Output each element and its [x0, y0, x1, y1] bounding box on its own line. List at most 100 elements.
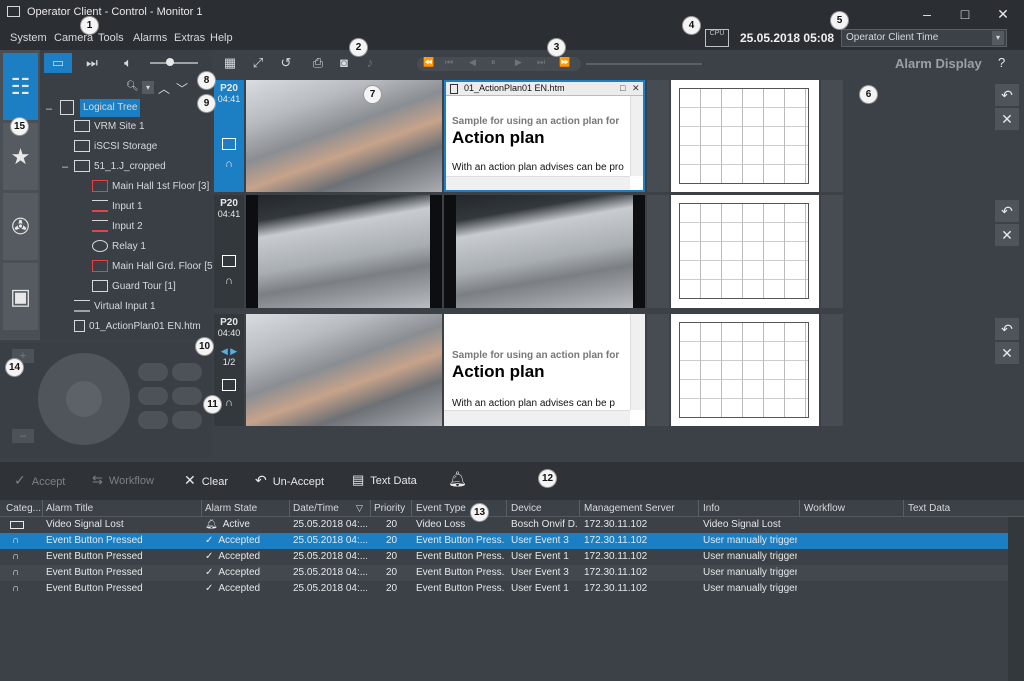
snapshot-icon[interactable]: ◙ — [334, 53, 354, 73]
tree-item-vrm-site[interactable]: VRM Site 1 — [74, 118, 145, 136]
tab-logical-tree[interactable]: ☷ — [3, 53, 38, 120]
search-next-icon[interactable]: ﹀ — [176, 80, 188, 97]
zoom-out-icon[interactable]: – — [12, 429, 34, 443]
tab-ptz[interactable]: ✇ — [3, 193, 38, 260]
tab-monitors[interactable]: ▣ — [3, 263, 38, 330]
column-workflow[interactable]: Workflow — [804, 503, 845, 514]
search-prev-icon[interactable]: ︿ — [158, 80, 170, 97]
column-text-data[interactable]: Text Data — [908, 503, 950, 514]
workflow-button[interactable]: ⇆ Workflow — [92, 472, 154, 488]
headset-icon[interactable]: ∩ — [214, 158, 244, 170]
tree-item-action-plan[interactable]: 01_ActionPlan01 EN.htm — [74, 318, 201, 336]
empty-pane[interactable] — [821, 80, 843, 192]
image-icon[interactable] — [222, 138, 236, 150]
doc-vertical-scrollbar[interactable] — [630, 96, 643, 176]
alarm-row-header[interactable]: P20 04:41 ∩ — [214, 80, 244, 192]
camera-image-pane[interactable] — [246, 195, 442, 308]
table-row[interactable]: ∩ Event Button Pressed ✓ Accepted 25.05.2… — [0, 549, 1008, 565]
clear-button[interactable]: ✕ Clear — [184, 472, 228, 489]
iris-button[interactable] — [138, 363, 168, 381]
aux-on-button[interactable] — [138, 411, 168, 429]
timezone-select[interactable]: Operator Client Time ▾ — [841, 29, 1007, 47]
column-event-type[interactable]: Event Type — [416, 503, 466, 514]
tree-item-iscsi[interactable]: iSCSI Storage — [74, 138, 157, 156]
empty-pane[interactable] — [821, 314, 843, 426]
column-divider[interactable] — [799, 500, 800, 517]
help-button[interactable]: ? — [998, 55, 1005, 70]
live-mode-button[interactable]: ▭ — [44, 53, 72, 73]
bell-icon[interactable]: 🔔︎ — [448, 470, 467, 488]
column-management-server[interactable]: Management Server — [584, 503, 675, 514]
maximize-button[interactable]: □ — [950, 4, 980, 24]
instant-playback-icon[interactable]: ↺ — [276, 53, 296, 73]
ptz-center-button[interactable] — [66, 381, 102, 417]
maximize-icon[interactable]: □ — [620, 83, 625, 93]
rewind-icon[interactable]: ⏪ — [423, 57, 434, 68]
column-divider[interactable] — [42, 500, 43, 517]
camera-image-pane[interactable] — [246, 314, 442, 426]
tree-collapse-icon[interactable]: – — [62, 161, 68, 173]
doc-horizontal-scrollbar[interactable] — [444, 410, 630, 426]
column-alarm-title[interactable]: Alarm Title — [46, 503, 93, 514]
microphone-icon[interactable]: ♪ — [362, 53, 378, 73]
accept-button[interactable]: ✓ Accept — [14, 472, 65, 489]
minimize-button[interactable]: – — [912, 4, 942, 24]
column-divider[interactable] — [698, 500, 699, 517]
layout-icon[interactable]: ▦ — [220, 53, 240, 73]
column-divider[interactable] — [903, 500, 904, 517]
action-plan-pane[interactable]: Sample for using an action plan for Acti… — [444, 314, 645, 426]
column-divider[interactable] — [411, 500, 412, 517]
play-back-icon[interactable]: ◀ — [469, 57, 476, 68]
close-alarm-icon[interactable]: ✕ — [995, 224, 1019, 246]
volume-slider[interactable] — [150, 62, 198, 64]
page-navigation[interactable]: ◀ ▶ — [214, 346, 244, 357]
column-category[interactable]: Categ... — [6, 503, 41, 514]
column-alarm-state[interactable]: Alarm State — [205, 503, 257, 514]
table-row[interactable]: Video Signal Lost 🔔︎ Active 25.05.2018 04… — [0, 517, 1008, 533]
tree-item-camera-main-hall-1[interactable]: Main Hall 1st Floor [3] — [92, 178, 209, 196]
menu-help[interactable]: Help — [210, 32, 233, 44]
sort-filter-icon[interactable]: ▽ — [356, 503, 363, 514]
column-divider[interactable] — [201, 500, 202, 517]
tree-collapse-icon[interactable]: – — [46, 103, 52, 115]
column-divider[interactable] — [289, 500, 290, 517]
undo-icon[interactable]: ↶ — [995, 200, 1019, 222]
column-priority[interactable]: Priority — [374, 503, 405, 514]
image-icon[interactable] — [222, 255, 236, 267]
play-icon[interactable]: ▶ — [515, 57, 522, 68]
column-info[interactable]: Info — [703, 503, 720, 514]
tree-item-map[interactable]: 51_1.J_cropped — [74, 158, 166, 176]
map-pane[interactable] — [671, 314, 819, 426]
menu-extras[interactable]: Extras — [174, 32, 205, 44]
empty-pane[interactable] — [647, 195, 669, 308]
menu-alarms[interactable]: Alarms — [133, 32, 167, 44]
aux-button[interactable] — [172, 387, 202, 405]
camera-image-pane[interactable] — [444, 195, 645, 308]
action-plan-pane[interactable]: 01_ActionPlan01 EN.htm □ ✕ Sample for us… — [444, 80, 645, 192]
focus-button[interactable] — [172, 363, 202, 381]
empty-pane[interactable] — [647, 80, 669, 192]
step-forward-icon[interactable]: ⏭ — [537, 57, 545, 68]
camera-image-pane[interactable] — [246, 80, 442, 192]
close-alarm-icon[interactable]: ✕ — [995, 342, 1019, 364]
text-data-button[interactable]: ▤ Text Data — [352, 472, 417, 488]
tree-item-relay[interactable]: Relay 1 — [92, 238, 146, 256]
step-back-icon[interactable]: ⏮ — [445, 57, 453, 68]
column-divider[interactable] — [506, 500, 507, 517]
table-row[interactable]: ∩ Event Button Pressed ✓ Accepted 25.05.2… — [0, 581, 1008, 597]
doc-horizontal-scrollbar[interactable] — [446, 176, 630, 190]
undo-icon[interactable]: ↶ — [995, 318, 1019, 340]
tree-item-input-1[interactable]: Input 1 — [92, 198, 143, 216]
column-device[interactable]: Device — [511, 503, 542, 514]
speaker-icon[interactable]: 🔈︎ — [118, 53, 138, 73]
volume-slider-handle[interactable] — [166, 58, 174, 66]
empty-pane[interactable] — [647, 314, 669, 426]
tree-item-virtual-input[interactable]: Virtual Input 1 — [74, 298, 156, 316]
map-pane[interactable] — [671, 80, 819, 192]
empty-pane[interactable] — [821, 195, 843, 308]
close-icon[interactable]: ✕ — [632, 83, 640, 94]
close-button[interactable]: ✕ — [988, 4, 1018, 24]
search-dropdown-icon[interactable]: ▾ — [142, 81, 154, 94]
tree-item-camera-main-hall-grd[interactable]: Main Hall Grd. Floor [5 — [92, 258, 213, 276]
pause-icon[interactable]: ⏸ — [491, 57, 496, 68]
